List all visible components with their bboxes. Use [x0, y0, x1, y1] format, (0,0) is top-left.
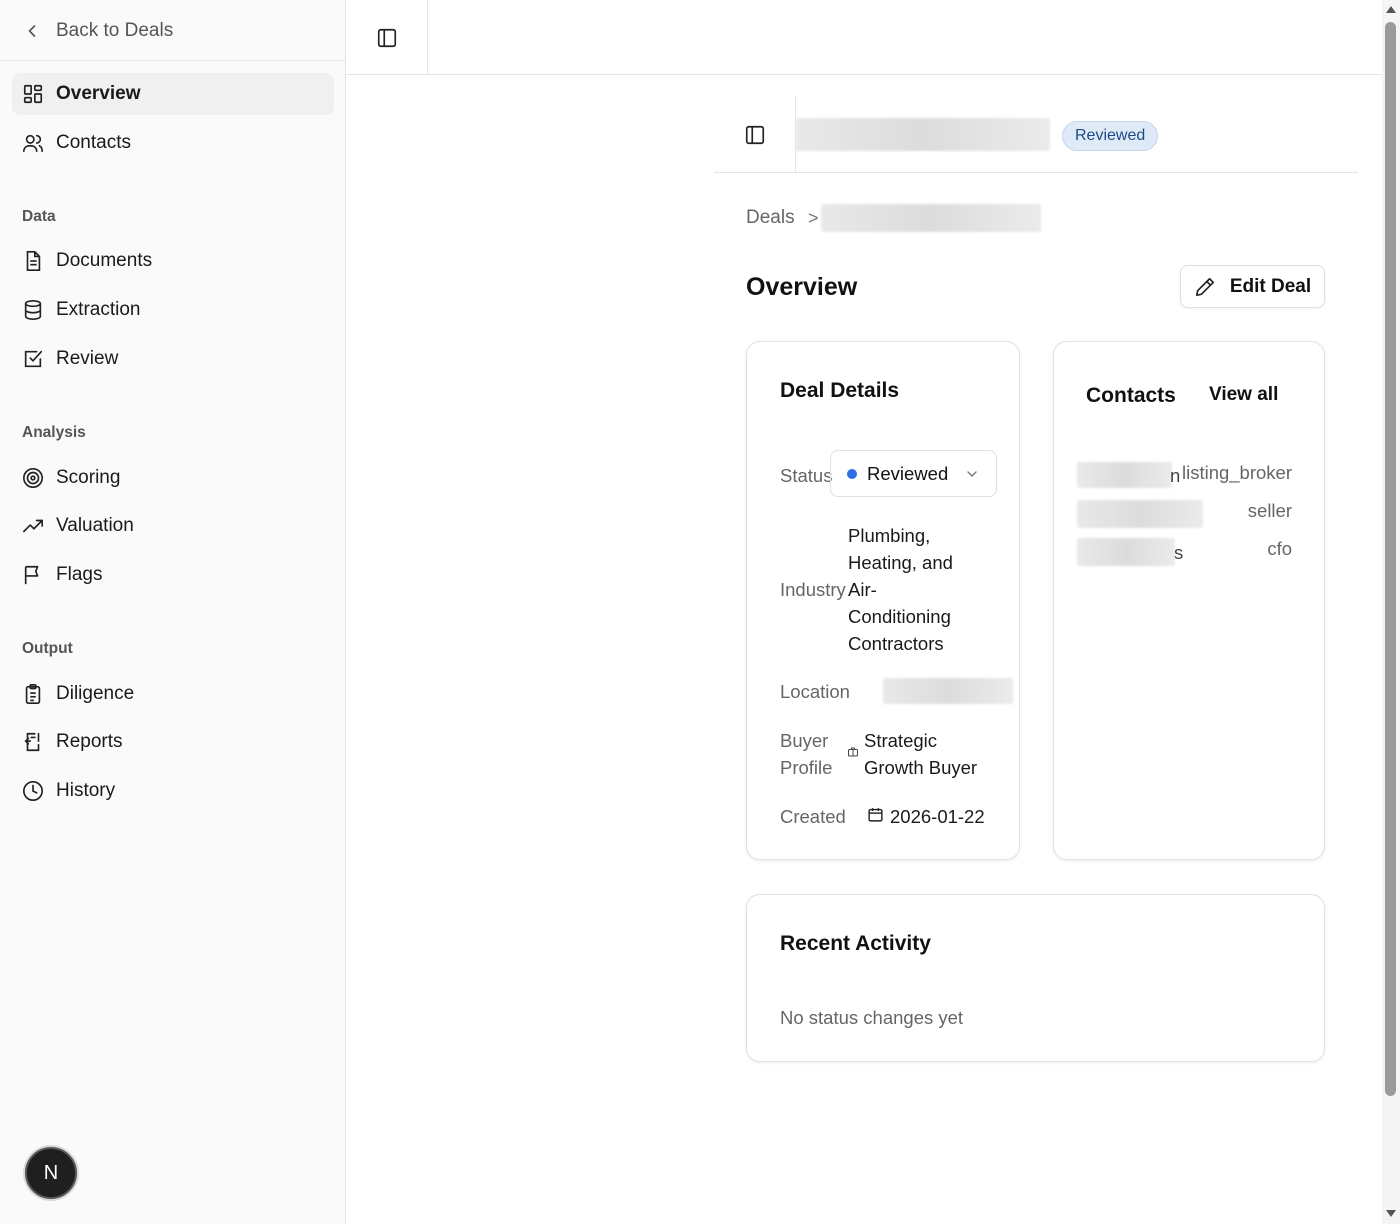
industry-line: Contractors	[848, 633, 944, 654]
layout-grid-icon	[23, 84, 43, 104]
contacts-card	[1053, 341, 1325, 860]
status-label: Status	[780, 465, 833, 486]
status-select[interactable]: Reviewed	[830, 450, 997, 497]
sidebar-divider	[0, 60, 346, 61]
contacts-title: Contacts	[1086, 384, 1176, 407]
sidebar-item-label: Documents	[56, 250, 153, 271]
recent-activity-title: Recent Activity	[780, 932, 931, 955]
chevron-down-icon	[967, 470, 977, 477]
recent-activity-card	[746, 894, 1325, 1062]
flag-icon	[24, 565, 39, 585]
sidebar-toggle-button[interactable]	[346, 0, 428, 75]
clock-icon	[23, 781, 43, 801]
status-select-value: Reviewed	[867, 462, 949, 484]
sidebar-item-label: Flags	[56, 564, 103, 585]
buyer-profile-label-line: Profile	[780, 757, 833, 778]
status-dot-icon	[847, 468, 857, 479]
breadcrumb-current-redacted	[821, 204, 1041, 232]
scrollbar-thumb[interactable]	[1385, 22, 1396, 1096]
sidebar-item-valuation[interactable]: Valuation	[12, 505, 334, 547]
edit-deal-button[interactable]: Edit Deal	[1180, 265, 1325, 308]
contact-name-redacted	[1077, 538, 1175, 566]
target-icon	[23, 468, 43, 488]
export-icon	[24, 732, 40, 752]
created-value: 2026-01-22	[890, 806, 985, 827]
section-label-analysis: Analysis	[22, 424, 86, 441]
sidebar-item-label: Review	[56, 348, 119, 369]
clipboard-list-icon	[25, 684, 41, 704]
created-label: Created	[780, 806, 846, 827]
scrollbar[interactable]	[1382, 0, 1400, 1224]
buyer-profile-line: Strategic	[864, 730, 938, 751]
status-badge: Reviewed	[1062, 121, 1159, 151]
sidebar-item-label: Valuation	[56, 515, 134, 536]
panel-left-icon	[377, 28, 396, 47]
chevron-left-icon	[28, 25, 36, 37]
deal-details-title: Deal Details	[780, 379, 900, 402]
industry-line: Conditioning	[848, 606, 951, 627]
sidebar-item-overview[interactable]: Overview	[12, 73, 334, 115]
breadcrumb-separator: >	[808, 208, 819, 228]
back-to-deals-link[interactable]: Back to Deals	[22, 16, 173, 46]
sidebar-item-history[interactable]: History	[12, 770, 334, 812]
top-bar	[346, 0, 1382, 75]
user-avatar[interactable]: N	[25, 1147, 77, 1199]
sidebar-item-contacts[interactable]: Contacts	[12, 122, 334, 164]
industry-value: Plumbing, Heating, and Air- Conditioning…	[848, 522, 953, 657]
contact-role: listing_broker	[1181, 462, 1292, 483]
sidebar-item-label: Scoring	[56, 467, 121, 488]
contact-name-tail: n	[1170, 465, 1181, 486]
location-label: Location	[780, 681, 850, 702]
users-icon	[23, 134, 43, 153]
industry-line: Air-	[848, 579, 877, 600]
contact-name-redacted	[1077, 462, 1172, 488]
scroll-down-icon[interactable]	[1386, 1210, 1396, 1217]
sidebar-item-label: Reports	[56, 731, 123, 752]
recent-activity-empty: No status changes yet	[780, 1007, 964, 1028]
contact-role: cfo	[1267, 538, 1292, 559]
sidebar-item-label: Contacts	[56, 132, 131, 153]
sidebar-item-flags[interactable]: Flags	[12, 554, 334, 596]
industry-label: Industry	[780, 579, 846, 600]
deal-header: Reviewed	[714, 96, 1358, 173]
panel-left-icon	[745, 125, 764, 144]
buyer-profile-value: Strategic Growth Buyer	[864, 727, 977, 781]
panel-toggle-button[interactable]	[714, 96, 796, 173]
view-all-contacts-link[interactable]: View all	[1209, 384, 1278, 406]
check-square-icon	[24, 350, 43, 368]
trending-up-icon	[23, 519, 43, 533]
scroll-up-icon[interactable]	[1386, 6, 1396, 13]
database-icon	[24, 300, 42, 320]
buyer-profile-line: Growth Buyer	[864, 757, 978, 778]
buyer-profile-label: Buyer Profile	[780, 727, 832, 781]
section-label-output: Output	[22, 640, 73, 657]
breadcrumb-deals-link[interactable]: Deals	[746, 207, 795, 229]
briefcase-icon	[848, 747, 858, 757]
contact-role: seller	[1247, 500, 1292, 521]
sidebar-item-diligence[interactable]: Diligence	[12, 673, 334, 715]
industry-line: Heating, and	[848, 552, 953, 573]
sidebar-item-label: Overview	[56, 83, 141, 104]
document-icon	[26, 251, 41, 271]
location-value-redacted	[883, 678, 1013, 704]
sidebar-item-label: History	[56, 780, 116, 801]
back-label: Back to Deals	[56, 20, 174, 41]
edit-deal-label: Edit Deal	[1229, 275, 1312, 297]
industry-line: Plumbing,	[848, 525, 931, 546]
sidebar: Back to Deals Overview Contacts Data Doc…	[0, 0, 346, 1224]
buyer-profile-label-line: Buyer	[780, 730, 829, 751]
sidebar-item-label: Extraction	[56, 299, 141, 320]
sidebar-item-scoring[interactable]: Scoring	[12, 457, 334, 499]
sidebar-item-review[interactable]: Review	[12, 338, 334, 380]
sidebar-item-reports[interactable]: Reports	[12, 721, 334, 763]
calendar-icon	[868, 808, 883, 822]
pencil-icon	[1195, 277, 1214, 296]
page-title: Overview	[746, 273, 858, 301]
sidebar-item-extraction[interactable]: Extraction	[12, 289, 334, 331]
sidebar-item-documents[interactable]: Documents	[12, 240, 334, 282]
section-label-data: Data	[22, 208, 56, 225]
deal-name-redacted	[796, 118, 1050, 151]
sidebar-item-label: Diligence	[56, 683, 135, 704]
